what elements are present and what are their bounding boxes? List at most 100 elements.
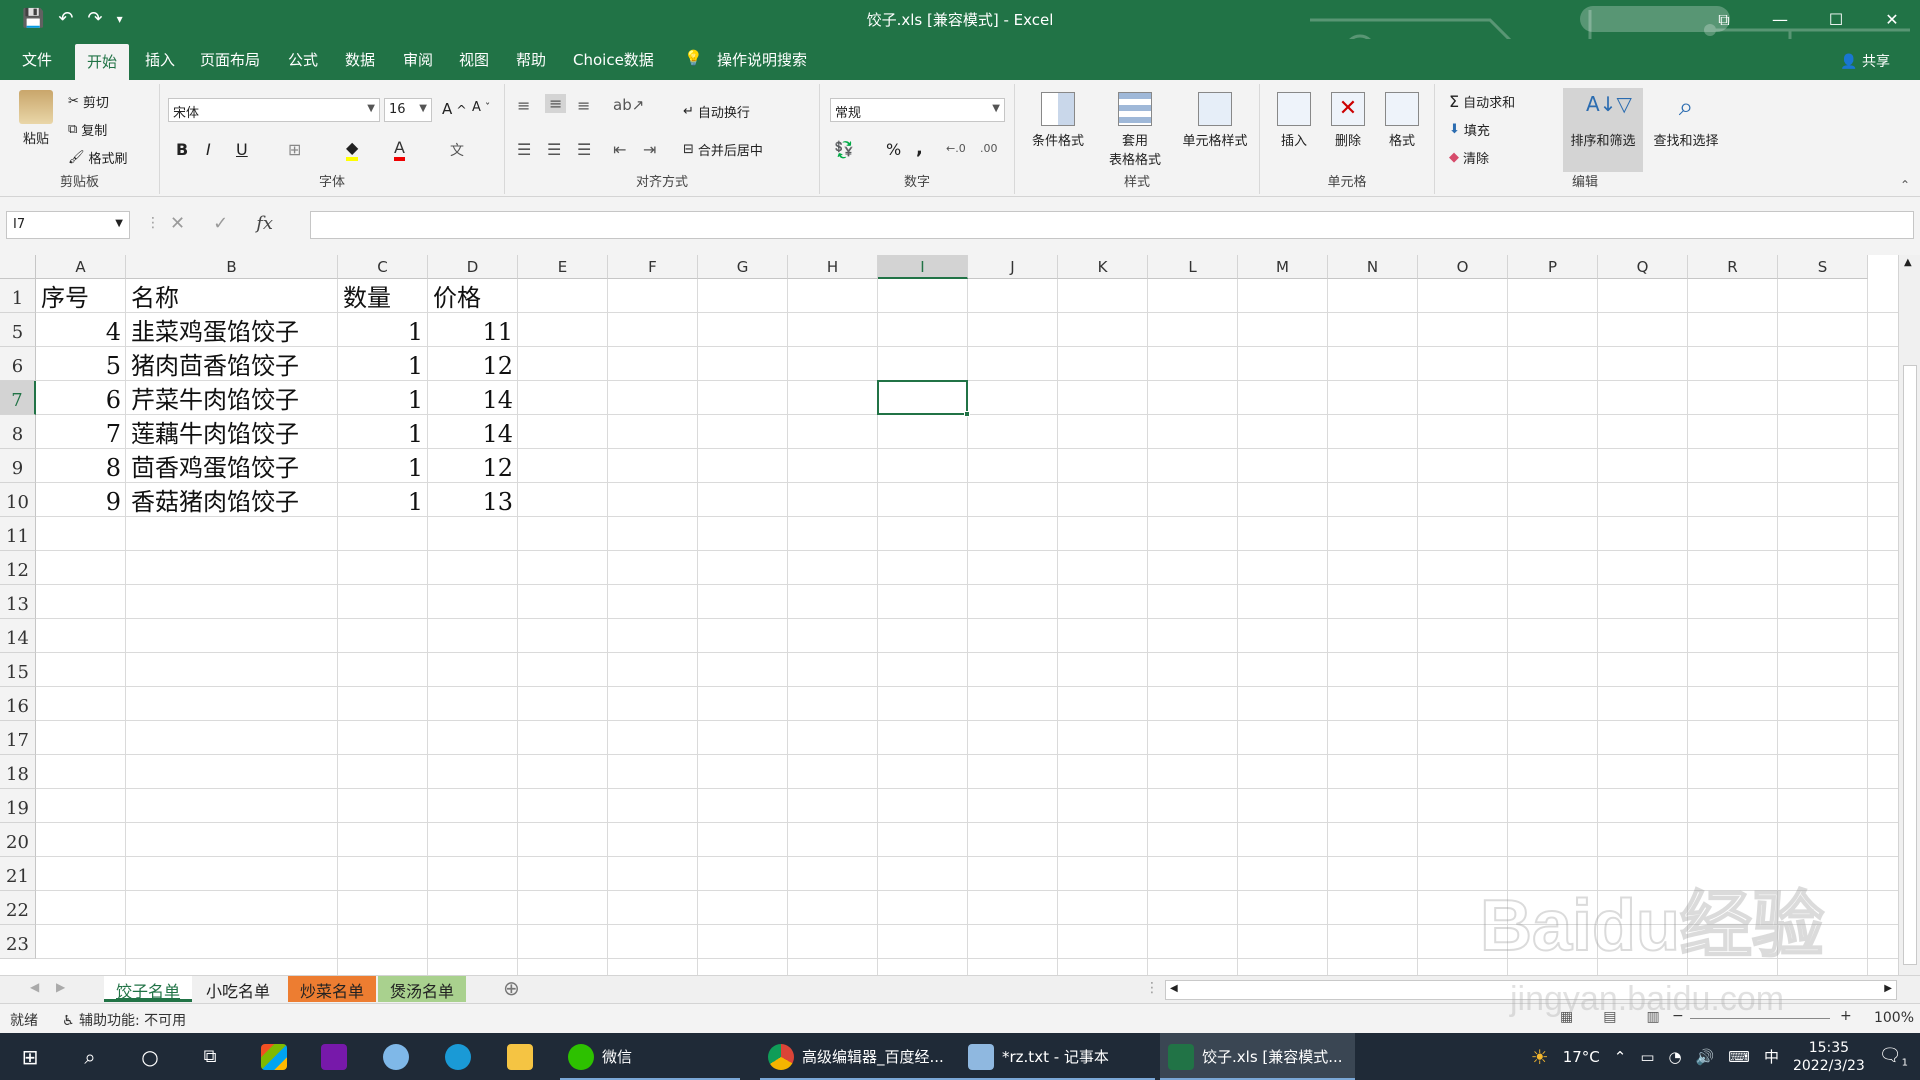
- active-cell[interactable]: [877, 380, 970, 417]
- zoom-level[interactable]: 100%: [1874, 1010, 1914, 1026]
- tab-view[interactable]: 视图: [459, 49, 489, 70]
- fill-handle[interactable]: [964, 411, 970, 417]
- tab-choice[interactable]: Choice数据: [573, 49, 654, 70]
- show-hidden-icons-icon[interactable]: ⌃: [1614, 1048, 1627, 1066]
- underline-button[interactable]: U: [236, 140, 248, 159]
- cell-A6[interactable]: 5: [41, 349, 121, 383]
- split-handle-icon[interactable]: ⋮: [1145, 980, 1159, 996]
- column-header-A[interactable]: A: [36, 255, 126, 279]
- column-header-F[interactable]: F: [608, 255, 698, 279]
- column-header-Q[interactable]: Q: [1598, 255, 1688, 279]
- row-header-1[interactable]: 1: [0, 279, 36, 313]
- row-header-9[interactable]: 9: [0, 449, 36, 483]
- cell-A5[interactable]: 4: [41, 315, 121, 349]
- column-header-J[interactable]: J: [968, 255, 1058, 279]
- row-header-10[interactable]: 10: [0, 483, 36, 517]
- search-button[interactable]: ⌕: [72, 1033, 108, 1080]
- maximize-button[interactable]: ☐: [1808, 0, 1864, 39]
- cell-D1[interactable]: 价格: [433, 281, 513, 315]
- cell-C6[interactable]: 1: [343, 349, 423, 383]
- battery-icon[interactable]: ▭: [1640, 1048, 1654, 1066]
- cell-D6[interactable]: 12: [433, 349, 513, 383]
- cell-D10[interactable]: 13: [433, 485, 513, 519]
- percent-button[interactable]: %: [886, 140, 901, 159]
- cell-B9[interactable]: 茴香鸡蛋馅饺子: [131, 451, 333, 485]
- worksheet-grid[interactable]: A B C D E F G H I J K L M N O P Q R S 1 5 6 7 8 9 10 11 12 13 14 15 16 1…: [0, 255, 1900, 975]
- format-as-table-button[interactable]: 套用 表格格式: [1100, 92, 1170, 168]
- comma-button[interactable]: ,: [916, 138, 923, 159]
- cell-C7[interactable]: 1: [343, 383, 423, 417]
- column-header-I[interactable]: I: [878, 255, 968, 279]
- cell-D9[interactable]: 12: [433, 451, 513, 485]
- sheet-tab-dumplings[interactable]: 饺子名单: [104, 976, 193, 1002]
- insert-cells-button[interactable]: 插入: [1270, 92, 1318, 149]
- cell-B10[interactable]: 香菇猪肉馅饺子: [131, 485, 333, 519]
- weather-icon[interactable]: ☀: [1531, 1045, 1549, 1069]
- prev-sheet-icon[interactable]: ◀: [30, 980, 39, 994]
- add-sheet-icon[interactable]: ⊕: [503, 976, 520, 1000]
- column-header-M[interactable]: M: [1238, 255, 1328, 279]
- onenote-app[interactable]: [314, 1033, 354, 1080]
- fill-color-icon[interactable]: ◆: [346, 138, 359, 161]
- vertical-scroll-thumb[interactable]: [1903, 365, 1917, 965]
- column-header-K[interactable]: K: [1058, 255, 1148, 279]
- column-header-D[interactable]: D: [428, 255, 518, 279]
- copy-button[interactable]: ⧉ 复制: [68, 120, 107, 139]
- vertical-scrollbar[interactable]: ▲: [1898, 255, 1920, 975]
- align-right-icon[interactable]: ☰: [577, 140, 591, 159]
- sort-filter-button[interactable]: A↓▽ 排序和筛选: [1563, 88, 1643, 172]
- align-center-icon[interactable]: ☰: [547, 140, 561, 159]
- column-header-S[interactable]: S: [1778, 255, 1868, 279]
- zoom-out-icon[interactable]: −: [1672, 1008, 1684, 1024]
- scroll-right-icon[interactable]: ▶: [1884, 983, 1892, 994]
- horizontal-scrollbar[interactable]: ◀ ▶: [1165, 980, 1897, 1000]
- row-header-13[interactable]: 13: [0, 585, 36, 619]
- scroll-up-icon[interactable]: ▲: [1904, 257, 1912, 268]
- format-cells-button[interactable]: 格式: [1378, 92, 1426, 149]
- cell-B7[interactable]: 芹菜牛肉馅饺子: [131, 383, 333, 417]
- notification-center[interactable]: 🗨1: [1879, 1045, 1908, 1069]
- merge-center-button[interactable]: ⊟ 合并后居中: [683, 140, 763, 159]
- row-header-12[interactable]: 12: [0, 551, 36, 585]
- borders-icon[interactable]: ⊞: [288, 140, 301, 159]
- clock[interactable]: 15:35 2022/3/23: [1793, 1039, 1865, 1075]
- zoom-in-icon[interactable]: +: [1840, 1008, 1852, 1024]
- sheet-tab-soup[interactable]: 煲汤名单: [378, 976, 467, 1002]
- shrink-font-icon[interactable]: Aˇ: [472, 100, 490, 115]
- start-button[interactable]: ⊞: [12, 1033, 48, 1080]
- tab-page-layout[interactable]: 页面布局: [200, 49, 260, 70]
- page-layout-view-icon[interactable]: ▤: [1603, 1009, 1616, 1025]
- clear-button[interactable]: ◆ 清除: [1449, 148, 1489, 167]
- minimize-button[interactable]: —: [1752, 0, 1808, 39]
- cell-B8[interactable]: 莲藕牛肉馅饺子: [131, 417, 333, 451]
- paste-button[interactable]: 粘贴: [14, 90, 58, 147]
- ribbon-display-options-icon[interactable]: ⧉: [1696, 0, 1752, 39]
- tab-data[interactable]: 数据: [345, 49, 375, 70]
- keyboard-icon[interactable]: ⌨: [1728, 1048, 1750, 1066]
- align-middle-icon[interactable]: ≡: [545, 94, 567, 113]
- collapse-ribbon-icon[interactable]: ⌃: [1900, 178, 1910, 192]
- conditional-formatting-button[interactable]: 条件格式: [1023, 92, 1093, 149]
- next-sheet-icon[interactable]: ▶: [56, 980, 65, 994]
- currency-icon[interactable]: 💱: [834, 140, 854, 159]
- cell-A1[interactable]: 序号: [41, 281, 121, 315]
- insert-function-button[interactable]: fx: [256, 213, 273, 234]
- orientation-icon[interactable]: ab↗: [613, 96, 644, 114]
- column-header-N[interactable]: N: [1328, 255, 1418, 279]
- format-painter-button[interactable]: 🖌 格式刷: [68, 148, 128, 167]
- normal-view-icon[interactable]: ▦: [1560, 1009, 1573, 1025]
- decrease-indent-icon[interactable]: ⇤: [613, 140, 626, 159]
- increase-decimal-icon[interactable]: ←.0: [946, 142, 966, 155]
- column-header-L[interactable]: L: [1148, 255, 1238, 279]
- taskbar-item-notepad[interactable]: *rz.txt - 记事本: [960, 1033, 1155, 1080]
- cell-B5[interactable]: 韭菜鸡蛋馅饺子: [131, 315, 333, 349]
- column-header-C[interactable]: C: [338, 255, 428, 279]
- grow-font-icon[interactable]: A ^: [442, 100, 467, 118]
- taskbar-item-chrome[interactable]: 高级编辑器_百度经...: [760, 1033, 960, 1080]
- tab-help[interactable]: 帮助: [516, 49, 546, 70]
- align-top-icon[interactable]: ≡: [517, 96, 530, 115]
- row-header-14[interactable]: 14: [0, 619, 36, 653]
- close-button[interactable]: ✕: [1864, 0, 1920, 39]
- cell-D5[interactable]: 11: [433, 315, 513, 349]
- row-header-5[interactable]: 5: [0, 313, 36, 347]
